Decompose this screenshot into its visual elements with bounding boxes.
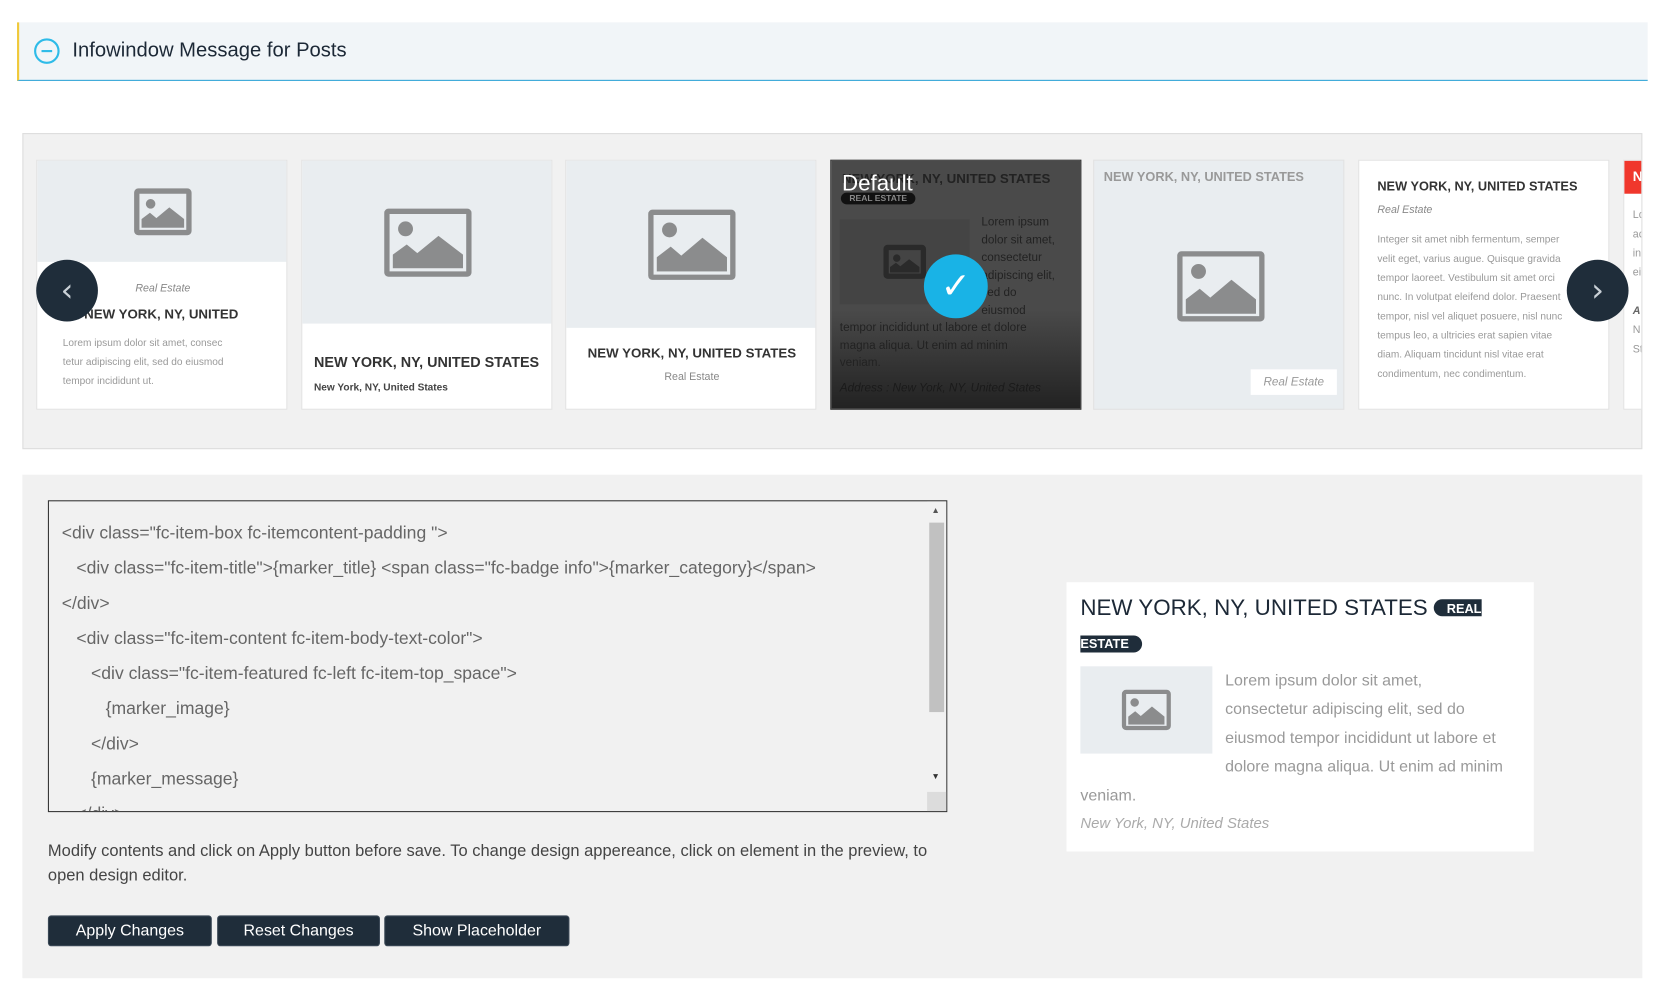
- editor-panel: <div class="fc-item-box fc-itemcontent-p…: [22, 474, 1643, 979]
- scroll-up-icon[interactable]: ▲: [931, 506, 939, 516]
- card-category: Real Estate: [664, 371, 720, 384]
- image-placeholder-icon: [883, 244, 927, 279]
- help-text: Modify contents and click on Apply butto…: [47, 841, 928, 885]
- template-card-2[interactable]: NEW YORK, NY, UNITED STATES New York, NY…: [301, 159, 553, 410]
- card-subtitle: New York, NY, United States: [313, 382, 448, 394]
- card-text: Lorem ipsum dolor sit amet, consectetur adi…: [981, 216, 1055, 317]
- image-placeholder-icon: [134, 187, 192, 235]
- card-category: Real Estate: [1250, 369, 1337, 395]
- preview-address[interactable]: New York, NY, United States: [1080, 814, 1269, 831]
- carousel-next-button[interactable]: ›: [1566, 259, 1629, 322]
- carousel-prev-button[interactable]: ‹: [36, 259, 98, 322]
- preview-badge-cont[interactable]: ESTATE: [1080, 635, 1142, 653]
- card-title: NEW YORK, NY, UNITED: [84, 306, 239, 322]
- image-placeholder-icon: [648, 209, 736, 280]
- card-text: Integer sit amet nibh fermentum, semper v…: [1377, 234, 1563, 380]
- card-title: NEW YORK, NY, UNITED STATES: [587, 345, 797, 361]
- card-address: Address : New York, NY, United States: [839, 382, 1041, 395]
- template-card-3[interactable]: NEW YORK, NY, UNITED STATES Real Estate: [565, 159, 817, 410]
- reset-changes-button[interactable]: Reset Changes: [217, 915, 380, 947]
- card-text: Loacinei: [1632, 209, 1642, 279]
- minus-circle-icon[interactable]: [34, 38, 60, 64]
- preview-message[interactable]: Lorem ipsum dolor sit amet, consectetur …: [1080, 666, 1506, 810]
- preview-title[interactable]: NEW YORK, NY, UNITED STATES REAL: [1080, 596, 1482, 622]
- card-title: NEW YORK, NY, UNITED STATES: [1103, 169, 1304, 185]
- check-icon: ✓: [923, 254, 988, 319]
- template-card-default[interactable]: NEW YORK, NY, UNITED STATES Default REAL…: [830, 159, 1082, 410]
- card-title: NEW YORK, NY, UNITED STATES: [313, 354, 540, 371]
- template-code-textarea[interactable]: <div class="fc-item-box fc-itemcontent-p…: [47, 500, 948, 813]
- scrollbar[interactable]: ▲ ▼: [927, 501, 947, 812]
- template-carousel: Real Estate NEW YORK, NY, UNITED Lorem i…: [22, 133, 1643, 450]
- show-placeholder-button[interactable]: Show Placeholder: [384, 915, 570, 947]
- template-card-5[interactable]: NEW YORK, NY, UNITED STATES Real Estate: [1093, 159, 1345, 410]
- preview-badge[interactable]: REAL: [1433, 599, 1482, 617]
- card-title: NEW YORK, NY, UNITED STATES: [1377, 178, 1578, 194]
- resize-handle-icon[interactable]: [927, 791, 947, 812]
- card-category: Real Estate: [1377, 204, 1433, 217]
- code-content[interactable]: <div class="fc-item-box fc-itemcontent-p…: [62, 516, 816, 811]
- scroll-down-icon[interactable]: ▼: [931, 772, 939, 782]
- image-placeholder-icon: [1177, 251, 1265, 322]
- image-placeholder-icon: [384, 208, 472, 277]
- card-badge: REAL ESTATE: [840, 192, 916, 205]
- chevron-right-icon: ›: [1591, 271, 1605, 310]
- scrollbar-thumb[interactable]: [929, 522, 945, 713]
- infowindow-preview[interactable]: NEW YORK, NY, UNITED STATES REAL ESTATE …: [1066, 582, 1534, 852]
- card-text-full: tempor incididunt ut labore et dolore mag…: [839, 321, 1027, 370]
- apply-changes-button[interactable]: Apply Changes: [47, 915, 212, 947]
- section-header[interactable]: Infowindow Message for Posts: [17, 22, 1648, 81]
- card-text: Lorem ipsum dolor sit amet, consec tetur …: [62, 337, 224, 388]
- section-title: Infowindow Message for Posts: [72, 39, 347, 62]
- chevron-left-icon: ‹: [60, 271, 74, 310]
